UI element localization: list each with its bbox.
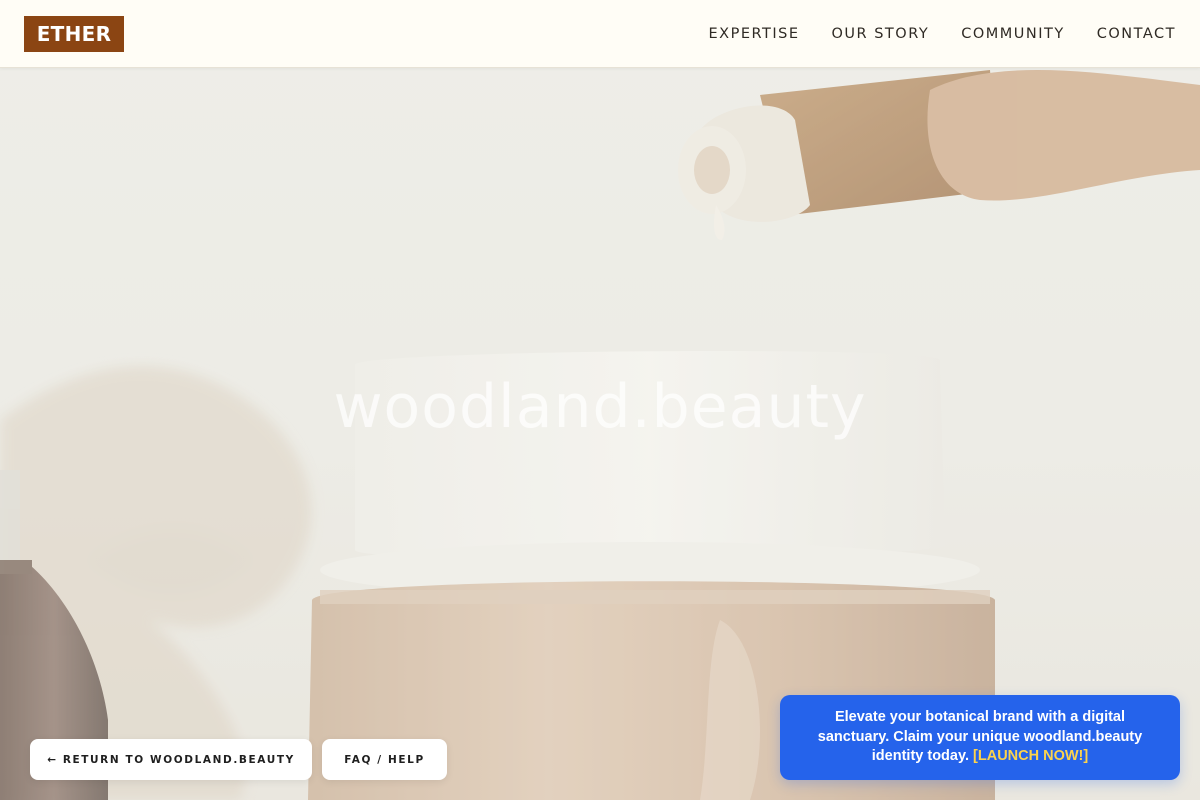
main-nav: EXPERTISE OUR STORY COMMUNITY CONTACT (708, 0, 1176, 68)
promo-banner: Elevate your botanical brand with a digi… (780, 695, 1180, 780)
launch-now-link[interactable]: [LAUNCH NOW!] (973, 748, 1088, 764)
nav-contact[interactable]: CONTACT (1097, 26, 1176, 42)
site-header: ETHER EXPERTISE OUR STORY COMMUNITY CONT… (0, 0, 1200, 68)
brand-logo[interactable]: ETHER (24, 16, 124, 52)
hero-domain-title: woodland.beauty (333, 372, 867, 442)
hero-background: woodland.beauty (0, 0, 1200, 800)
nav-our-story[interactable]: OUR STORY (832, 26, 930, 42)
nav-community[interactable]: COMMUNITY (961, 26, 1065, 42)
return-button[interactable]: ← RETURN TO WOODLAND.BEAUTY (30, 739, 312, 780)
faq-help-button[interactable]: FAQ / HELP (322, 739, 447, 780)
nav-expertise[interactable]: EXPERTISE (708, 26, 799, 42)
